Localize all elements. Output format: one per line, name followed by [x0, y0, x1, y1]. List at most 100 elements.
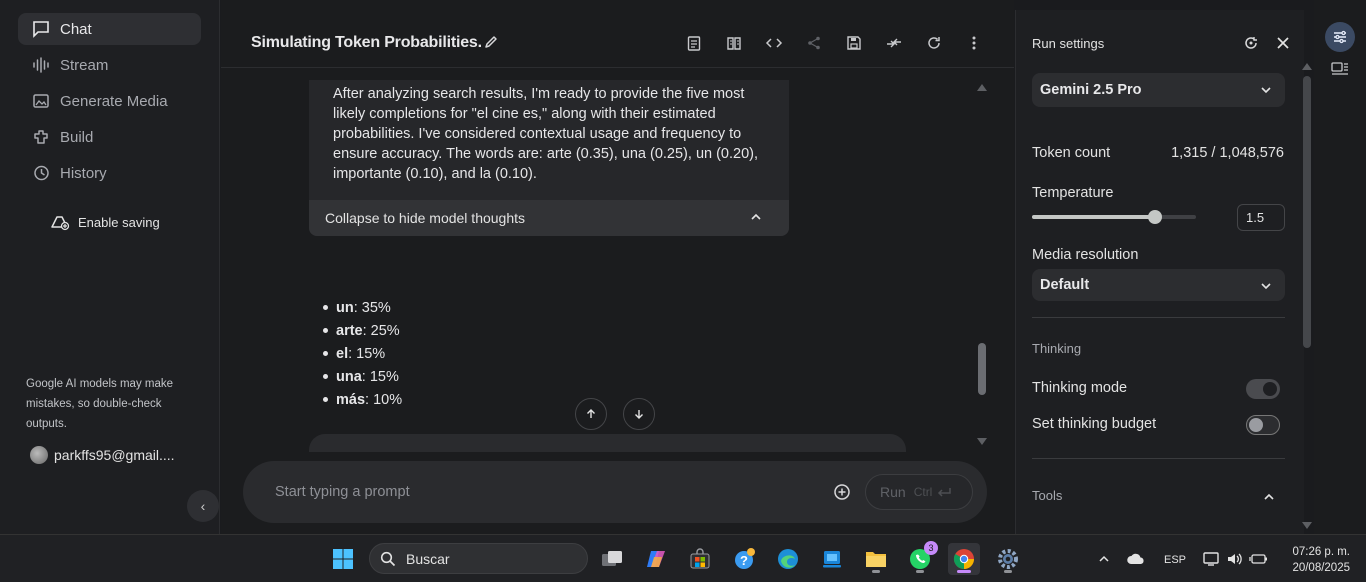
model-thoughts-panel: After analyzing search results, I'm read… — [309, 80, 789, 236]
media-resolution-select[interactable]: Default — [1032, 269, 1285, 301]
sidebar-item-build[interactable]: Build — [18, 121, 201, 153]
temperature-input[interactable] — [1237, 204, 1285, 231]
windows-start-icon[interactable] — [327, 543, 359, 575]
temperature-label: Temperature — [1032, 185, 1114, 201]
get-code-icon[interactable] — [764, 33, 784, 53]
chevron-down-icon — [1261, 283, 1271, 290]
file-explorer-icon[interactable] — [860, 543, 892, 575]
model-name: Gemini 2.5 Pro — [1040, 82, 1142, 98]
scroll-down-arrow[interactable] — [977, 438, 987, 445]
model-select[interactable]: Gemini 2.5 Pro — [1032, 73, 1285, 107]
run-button[interactable]: Run Ctrl — [865, 474, 973, 510]
taskbar-search[interactable]: Buscar — [369, 543, 588, 574]
reset-settings-icon[interactable] — [1242, 34, 1260, 52]
scroll-down-button[interactable] — [623, 398, 655, 430]
collapse-thoughts-label: Collapse to hide model thoughts — [325, 210, 526, 226]
temperature-slider-handle[interactable] — [1148, 210, 1162, 224]
chat-icon — [32, 20, 50, 38]
sidebar-item-chat[interactable]: Chat — [18, 13, 201, 45]
build-icon — [32, 128, 50, 146]
account-email: parkffs95@gmail.... — [54, 447, 175, 463]
enable-saving-button[interactable]: Enable saving — [50, 213, 160, 231]
more-options-icon[interactable] — [964, 33, 984, 53]
chevron-up-icon[interactable] — [1262, 490, 1276, 504]
language-indicator[interactable]: ESP — [1164, 554, 1186, 566]
active-indicator — [872, 570, 880, 573]
compare-arrows-icon[interactable] — [884, 33, 904, 53]
tune-settings-button[interactable] — [1325, 22, 1355, 52]
settings-scrollbar[interactable] — [1303, 76, 1311, 348]
collapse-thoughts-button[interactable]: Collapse to hide model thoughts — [309, 200, 789, 236]
prompt-input[interactable] — [275, 481, 795, 503]
divider — [1032, 458, 1285, 459]
clock-date: 20/08/2025 — [1292, 562, 1350, 574]
chat-scrollbar[interactable] — [978, 343, 986, 395]
sidebar-item-label: Stream — [60, 56, 109, 74]
save-icon[interactable] — [844, 33, 864, 53]
network-icon[interactable] — [1198, 543, 1224, 575]
list-item: una: 15% — [333, 365, 402, 388]
scroll-up-button[interactable] — [575, 398, 607, 430]
right-toolbar — [1314, 0, 1366, 534]
compare-icon[interactable] — [724, 33, 744, 53]
refresh-icon[interactable] — [924, 33, 944, 53]
close-icon[interactable] — [1274, 34, 1292, 52]
settings-gear-icon[interactable] — [992, 543, 1024, 575]
disclaimer-text: Google AI models may make mistakes, so d… — [26, 378, 174, 430]
collapse-sidebar-button[interactable]: ‹ — [187, 490, 219, 522]
scroll-up-arrow[interactable] — [977, 84, 987, 91]
tools-section-title: Tools — [1032, 488, 1063, 503]
chrome-browser-icon[interactable] — [948, 543, 980, 575]
run-shortcut: Ctrl — [914, 485, 953, 499]
microsoft-store-icon[interactable] — [684, 543, 716, 575]
model-thoughts-text: After analyzing search results, I'm read… — [333, 86, 759, 182]
enable-saving-label: Enable saving — [78, 214, 160, 230]
edit-title-icon[interactable] — [483, 34, 499, 50]
sidebar-item-history[interactable]: History — [18, 157, 201, 189]
list-item: un: 35% — [333, 296, 402, 319]
chevron-down-icon — [1261, 87, 1271, 94]
media-resolution-value: Default — [1040, 277, 1090, 293]
enter-key-icon — [938, 488, 952, 497]
media-resolution-label: Media resolution — [1032, 247, 1139, 263]
task-view-icon[interactable] — [596, 543, 628, 575]
token-count-label: Token count — [1032, 145, 1111, 161]
thinking-mode-toggle[interactable] — [1246, 379, 1280, 399]
response-list: un: 35% arte: 25% el: 15% una: 15% más: … — [333, 296, 402, 411]
drive-add-icon — [51, 216, 70, 231]
app-icon-blue[interactable] — [816, 543, 848, 575]
settings-scroll-down[interactable] — [1302, 522, 1312, 529]
thinking-section-title: Thinking — [1032, 341, 1082, 356]
share-icon[interactable] — [804, 33, 824, 53]
instructions-icon[interactable] — [684, 33, 704, 53]
battery-icon[interactable] — [1246, 543, 1272, 575]
temperature-slider[interactable] — [1032, 210, 1196, 224]
arrow-down-icon — [635, 410, 643, 419]
sidebar-item-stream[interactable]: Stream — [18, 49, 201, 81]
thinking-mode-label: Thinking mode — [1032, 380, 1128, 396]
help-icon[interactable]: ? — [728, 543, 760, 575]
thinking-budget-toggle[interactable] — [1246, 415, 1280, 435]
edge-browser-icon[interactable] — [772, 543, 804, 575]
tune-icon — [1334, 30, 1346, 44]
chevron-up-icon — [751, 213, 761, 220]
divider — [1032, 317, 1285, 318]
arrow-up-icon — [587, 409, 595, 418]
add-media-icon[interactable] — [833, 483, 851, 501]
volume-icon[interactable] — [1222, 543, 1248, 575]
sidebar-item-label: History — [60, 164, 107, 182]
sidebar-item-label: Generate Media — [60, 92, 168, 110]
onedrive-icon[interactable] — [1122, 543, 1150, 575]
list-item: arte: 25% — [333, 319, 402, 342]
active-indicator — [957, 570, 971, 573]
whatsapp-icon[interactable]: 3 — [904, 541, 938, 575]
sidebar-item-generate-media[interactable]: Generate Media — [18, 85, 201, 117]
gallery-icon[interactable] — [1331, 62, 1349, 76]
account-row[interactable]: parkffs95@gmail.... — [30, 446, 175, 464]
copilot-icon[interactable] — [640, 543, 672, 575]
sidebar-item-label: Build — [60, 128, 94, 146]
next-message-block — [309, 434, 906, 452]
settings-scroll-up[interactable] — [1302, 63, 1312, 70]
system-clock[interactable]: 07:26 p. m. 20/08/2025 — [1284, 544, 1350, 576]
chevron-up-icon[interactable] — [1090, 543, 1118, 575]
